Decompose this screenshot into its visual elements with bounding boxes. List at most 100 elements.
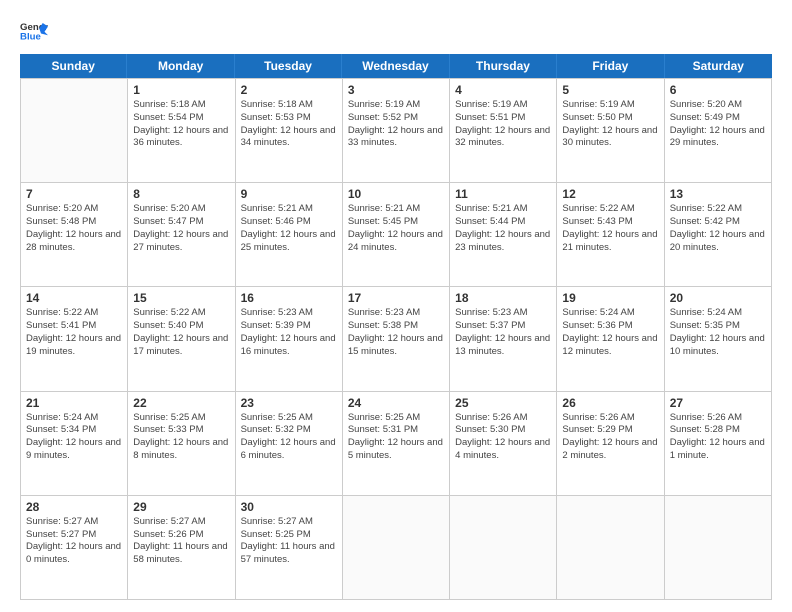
weekday-header: Sunday [20, 54, 127, 78]
cell-info: Sunrise: 5:24 AM Sunset: 5:34 PM Dayligh… [26, 412, 122, 463]
weekday-header: Friday [557, 54, 664, 78]
calendar-cell [450, 496, 557, 599]
calendar-cell: 2 Sunrise: 5:18 AM Sunset: 5:53 PM Daylig… [236, 79, 343, 182]
calendar-cell: 20 Sunrise: 5:24 AM Sunset: 5:35 PM Dayli… [665, 287, 772, 390]
day-number: 4 [455, 83, 551, 97]
calendar-cell [557, 496, 664, 599]
cell-info: Sunrise: 5:26 AM Sunset: 5:30 PM Dayligh… [455, 412, 551, 463]
day-number: 15 [133, 291, 229, 305]
day-number: 3 [348, 83, 444, 97]
calendar-cell: 5Sunrise: 5:19 AM Sunset: 5:50 PM Daylig… [557, 79, 664, 182]
calendar-cell: 26 Sunrise: 5:26 AM Sunset: 5:29 PM Dayli… [557, 392, 664, 495]
cell-info: Sunrise: 5:22 AM Sunset: 5:43 PM Dayligh… [562, 203, 658, 254]
cell-info: Sunrise: 5:19 AM Sunset: 5:50 PM Dayligh… [562, 99, 658, 150]
cell-info: Sunrise: 5:21 AM Sunset: 5:45 PM Dayligh… [348, 203, 444, 254]
weekday-header: Saturday [665, 54, 772, 78]
day-number: 7 [26, 187, 122, 201]
day-number: 18 [455, 291, 551, 305]
calendar-cell: 8 Sunrise: 5:20 AM Sunset: 5:47 PM Daylig… [128, 183, 235, 286]
day-number: 16 [241, 291, 337, 305]
cell-info: Sunrise: 5:26 AM Sunset: 5:29 PM Dayligh… [562, 412, 658, 463]
svg-text:Blue: Blue [20, 32, 41, 43]
calendar-header: SundayMondayTuesdayWednesdayThursdayFrid… [20, 54, 772, 78]
calendar-body: 1Sunrise: 5:18 AM Sunset: 5:54 PM Daylig… [20, 78, 772, 600]
calendar-week: 1Sunrise: 5:18 AM Sunset: 5:54 PM Daylig… [21, 79, 772, 183]
weekday-header: Monday [127, 54, 234, 78]
cell-info: Sunrise: 5:20 AM Sunset: 5:47 PM Dayligh… [133, 203, 229, 254]
day-number: 26 [562, 396, 658, 410]
cell-info: Sunrise: 5:25 AM Sunset: 5:33 PM Dayligh… [133, 412, 229, 463]
cell-info: Sunrise: 5:20 AM Sunset: 5:49 PM Dayligh… [670, 99, 766, 150]
day-number: 8 [133, 187, 229, 201]
calendar-cell: 29Sunrise: 5:27 AM Sunset: 5:26 PM Dayli… [128, 496, 235, 599]
day-number: 9 [241, 187, 337, 201]
weekday-header: Tuesday [235, 54, 342, 78]
day-number: 24 [348, 396, 444, 410]
cell-info: Sunrise: 5:22 AM Sunset: 5:42 PM Dayligh… [670, 203, 766, 254]
calendar-cell: 19 Sunrise: 5:24 AM Sunset: 5:36 PM Dayli… [557, 287, 664, 390]
cell-info: Sunrise: 5:23 AM Sunset: 5:38 PM Dayligh… [348, 307, 444, 358]
calendar-cell [343, 496, 450, 599]
calendar-cell: 11Sunrise: 5:21 AM Sunset: 5:44 PM Dayli… [450, 183, 557, 286]
cell-info: Sunrise: 5:25 AM Sunset: 5:31 PM Dayligh… [348, 412, 444, 463]
day-number: 12 [562, 187, 658, 201]
calendar-week: 28 Sunrise: 5:27 AM Sunset: 5:27 PM Dayli… [21, 496, 772, 600]
calendar-cell: 6 Sunrise: 5:20 AM Sunset: 5:49 PM Daylig… [665, 79, 772, 182]
cell-info: Sunrise: 5:22 AM Sunset: 5:41 PM Dayligh… [26, 307, 122, 358]
cell-info: Sunrise: 5:26 AM Sunset: 5:28 PM Dayligh… [670, 412, 766, 463]
calendar-cell: 28 Sunrise: 5:27 AM Sunset: 5:27 PM Dayli… [21, 496, 128, 599]
calendar-cell: 10 Sunrise: 5:21 AM Sunset: 5:45 PM Dayli… [343, 183, 450, 286]
day-number: 27 [670, 396, 766, 410]
logo-icon: General Blue [20, 16, 48, 44]
cell-info: Sunrise: 5:19 AM Sunset: 5:52 PM Dayligh… [348, 99, 444, 150]
calendar: SundayMondayTuesdayWednesdayThursdayFrid… [20, 54, 772, 600]
weekday-header: Wednesday [342, 54, 449, 78]
day-number: 20 [670, 291, 766, 305]
cell-info: Sunrise: 5:23 AM Sunset: 5:39 PM Dayligh… [241, 307, 337, 358]
day-number: 17 [348, 291, 444, 305]
header: General Blue [20, 16, 772, 44]
cell-info: Sunrise: 5:27 AM Sunset: 5:27 PM Dayligh… [26, 516, 122, 567]
cell-info: Sunrise: 5:22 AM Sunset: 5:40 PM Dayligh… [133, 307, 229, 358]
day-number: 22 [133, 396, 229, 410]
calendar-week: 14Sunrise: 5:22 AM Sunset: 5:41 PM Dayli… [21, 287, 772, 391]
calendar-week: 21 Sunrise: 5:24 AM Sunset: 5:34 PM Dayli… [21, 392, 772, 496]
calendar-cell: 15 Sunrise: 5:22 AM Sunset: 5:40 PM Dayli… [128, 287, 235, 390]
day-number: 25 [455, 396, 551, 410]
calendar-cell [21, 79, 128, 182]
day-number: 2 [241, 83, 337, 97]
calendar-cell: 13Sunrise: 5:22 AM Sunset: 5:42 PM Dayli… [665, 183, 772, 286]
day-number: 19 [562, 291, 658, 305]
day-number: 23 [241, 396, 337, 410]
calendar-cell: 21 Sunrise: 5:24 AM Sunset: 5:34 PM Dayli… [21, 392, 128, 495]
day-number: 11 [455, 187, 551, 201]
day-number: 21 [26, 396, 122, 410]
cell-info: Sunrise: 5:23 AM Sunset: 5:37 PM Dayligh… [455, 307, 551, 358]
calendar-cell: 1Sunrise: 5:18 AM Sunset: 5:54 PM Daylig… [128, 79, 235, 182]
cell-info: Sunrise: 5:18 AM Sunset: 5:53 PM Dayligh… [241, 99, 337, 150]
calendar-cell: 22 Sunrise: 5:25 AM Sunset: 5:33 PM Dayli… [128, 392, 235, 495]
calendar-week: 7 Sunrise: 5:20 AM Sunset: 5:48 PM Daylig… [21, 183, 772, 287]
calendar-cell: 7 Sunrise: 5:20 AM Sunset: 5:48 PM Daylig… [21, 183, 128, 286]
cell-info: Sunrise: 5:25 AM Sunset: 5:32 PM Dayligh… [241, 412, 337, 463]
cell-info: Sunrise: 5:24 AM Sunset: 5:35 PM Dayligh… [670, 307, 766, 358]
cell-info: Sunrise: 5:21 AM Sunset: 5:46 PM Dayligh… [241, 203, 337, 254]
cell-info: Sunrise: 5:19 AM Sunset: 5:51 PM Dayligh… [455, 99, 551, 150]
cell-info: Sunrise: 5:27 AM Sunset: 5:25 PM Dayligh… [241, 516, 337, 567]
calendar-cell: 12 Sunrise: 5:22 AM Sunset: 5:43 PM Dayli… [557, 183, 664, 286]
cell-info: Sunrise: 5:24 AM Sunset: 5:36 PM Dayligh… [562, 307, 658, 358]
calendar-cell: 14Sunrise: 5:22 AM Sunset: 5:41 PM Dayli… [21, 287, 128, 390]
page: General Blue SundayMondayTuesdayWednesda… [0, 0, 792, 612]
calendar-cell: 25 Sunrise: 5:26 AM Sunset: 5:30 PM Dayli… [450, 392, 557, 495]
calendar-cell: 30 Sunrise: 5:27 AM Sunset: 5:25 PM Dayli… [236, 496, 343, 599]
cell-info: Sunrise: 5:20 AM Sunset: 5:48 PM Dayligh… [26, 203, 122, 254]
day-number: 10 [348, 187, 444, 201]
day-number: 30 [241, 500, 337, 514]
cell-info: Sunrise: 5:27 AM Sunset: 5:26 PM Dayligh… [133, 516, 229, 567]
calendar-cell: 4 Sunrise: 5:19 AM Sunset: 5:51 PM Daylig… [450, 79, 557, 182]
day-number: 6 [670, 83, 766, 97]
calendar-cell: 27 Sunrise: 5:26 AM Sunset: 5:28 PM Dayli… [665, 392, 772, 495]
cell-info: Sunrise: 5:18 AM Sunset: 5:54 PM Dayligh… [133, 99, 229, 150]
day-number: 28 [26, 500, 122, 514]
weekday-header: Thursday [450, 54, 557, 78]
